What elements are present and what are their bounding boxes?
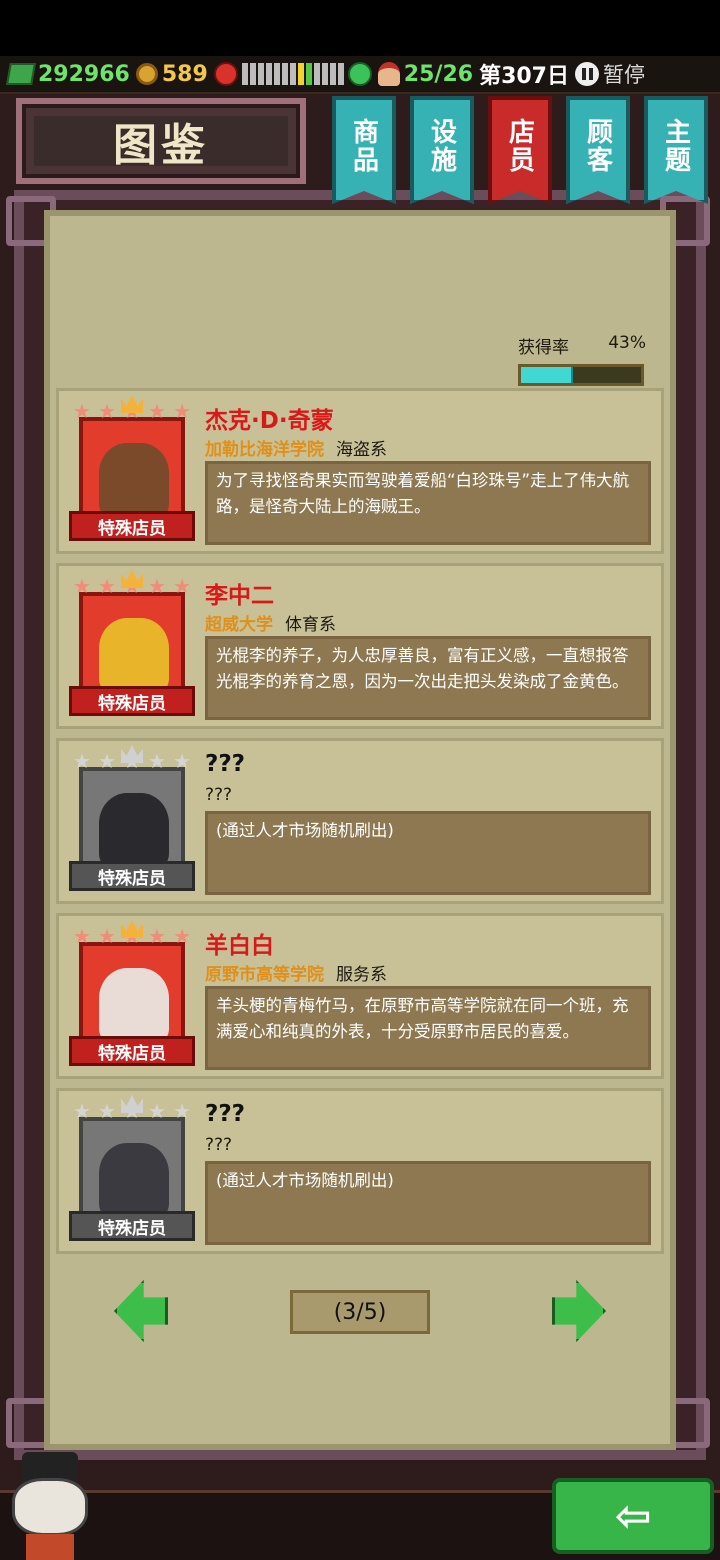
staff-description: (通过人才市场随机刷出) bbox=[205, 1161, 651, 1245]
staff-department: 服务系 bbox=[336, 965, 387, 985]
staff-department: 海盗系 bbox=[336, 440, 387, 460]
staff-portrait: ★★★★★ 特殊店员 bbox=[69, 745, 195, 893]
staff-department: ??? bbox=[205, 1135, 233, 1155]
page-label: (3/5) bbox=[333, 1299, 387, 1325]
pause-button[interactable]: 暂停 bbox=[575, 59, 645, 89]
crown-icon bbox=[121, 1095, 143, 1113]
special-staff-badge: 特殊店员 bbox=[69, 686, 195, 716]
staff-card[interactable]: ★★★★★ 特殊店员 ??? ??? (通过人才市场随机刷出) bbox=[56, 1088, 664, 1254]
tab-label: 商品 bbox=[348, 118, 379, 174]
title-plate: 图鉴 bbox=[16, 98, 306, 184]
acquisition-rate: 获得率 43% bbox=[518, 333, 646, 386]
staff-school: 超威大学 bbox=[205, 615, 273, 635]
back-arrow-icon: ⇦ bbox=[614, 1490, 652, 1542]
back-button[interactable]: ⇦ bbox=[552, 1478, 714, 1554]
tab-customers[interactable]: 顾客 bbox=[566, 96, 630, 204]
staff-name: 羊白白 bbox=[205, 933, 274, 959]
staff-card[interactable]: ★★★★★ 特殊店员 李中二 超威大学体育系 光棍李的养子，为人忠厚善良，富有正… bbox=[56, 563, 664, 729]
staff-name: 杰克·D·奇蒙 bbox=[205, 408, 334, 434]
status-bar: 292966 589 25/26 第307日 暂停 bbox=[0, 56, 720, 94]
acquisition-label: 获得率 bbox=[518, 338, 569, 358]
staff-count: 25/26 bbox=[403, 61, 474, 87]
pause-icon bbox=[575, 62, 599, 86]
tab-label: 设施 bbox=[426, 118, 457, 174]
staff-name: ??? bbox=[205, 1101, 246, 1127]
staff-portrait: ★★★★★ 特殊店员 bbox=[69, 920, 195, 1068]
coin-value: 589 bbox=[161, 61, 208, 87]
staff-name: ??? bbox=[205, 751, 246, 777]
tab-staff[interactable]: 店员 bbox=[488, 96, 552, 204]
money-value: 292966 bbox=[38, 61, 130, 87]
staff-description: 光棍李的养子，为人忠厚善良，富有正义感，一直想报答光棍李的养育之恩，因为一次出走… bbox=[205, 636, 651, 720]
staff-card[interactable]: ★★★★★ 特殊店员 ??? ??? (通过人才市场随机刷出) bbox=[56, 738, 664, 904]
sheep-girl-portrait bbox=[99, 968, 169, 1044]
day-label: 第307日 bbox=[479, 64, 569, 89]
blonde-portrait bbox=[99, 618, 169, 694]
tab-label: 店员 bbox=[504, 118, 535, 174]
staff-portrait: ★★★★★ 特殊店员 bbox=[69, 395, 195, 543]
staff-card[interactable]: ★★★★★ 特殊店员 杰克·D·奇蒙 加勒比海洋学院海盗系 为了寻找怪奇果实而驾… bbox=[56, 388, 664, 554]
mood-meter bbox=[213, 62, 372, 86]
special-staff-badge: 特殊店员 bbox=[69, 1036, 195, 1066]
staff-card[interactable]: ★★★★★ 特殊店员 羊白白 原野市高等学院服务系 羊头梗的青梅竹马，在原野市高… bbox=[56, 913, 664, 1079]
page-indicator: (3/5) bbox=[290, 1290, 430, 1334]
crown-icon bbox=[121, 395, 143, 413]
mood-bar bbox=[241, 63, 344, 85]
tab-label: 主题 bbox=[660, 118, 691, 174]
masked-portrait bbox=[99, 793, 169, 869]
special-staff-badge: 特殊店员 bbox=[69, 861, 195, 891]
staff-department: 体育系 bbox=[285, 615, 336, 635]
staff-name: 李中二 bbox=[205, 583, 274, 609]
staff-stat: 25/26 bbox=[377, 61, 474, 87]
crown-icon bbox=[121, 745, 143, 763]
tab-facilities[interactable]: 设施 bbox=[410, 96, 474, 204]
tab-themes[interactable]: 主题 bbox=[644, 96, 708, 204]
tab-goods[interactable]: 商品 bbox=[332, 96, 396, 204]
acquisition-bar bbox=[518, 364, 644, 386]
staff-description: (通过人才市场随机刷出) bbox=[205, 811, 651, 895]
staff-portrait: ★★★★★ 特殊店员 bbox=[69, 1095, 195, 1243]
staff-description: 羊头梗的青梅竹马，在原野市高等学院就在同一个班，充满爱心和纯真的外表，十分受原野… bbox=[205, 986, 651, 1070]
staff-portrait: ★★★★★ 特殊店员 bbox=[69, 570, 195, 718]
staff-department: ??? bbox=[205, 785, 233, 805]
staff-school: 原野市高等学院 bbox=[205, 965, 324, 985]
mascot-cat[interactable] bbox=[0, 1452, 100, 1560]
acquisition-bar-fill bbox=[521, 367, 573, 383]
staff-description: 为了寻找怪奇果实而驾驶着爱船“白珍珠号”走上了伟大航路，是怪奇大陆上的海贼王。 bbox=[205, 461, 651, 545]
angry-face-icon bbox=[213, 62, 238, 86]
pirate-portrait bbox=[99, 443, 169, 519]
wizard-portrait bbox=[99, 1143, 169, 1219]
happy-face-icon bbox=[347, 62, 372, 86]
crown-icon bbox=[121, 570, 143, 588]
money-stat: 292966 bbox=[6, 61, 130, 87]
staff-icon bbox=[377, 62, 400, 86]
crown-icon bbox=[121, 920, 143, 938]
pause-label: 暂停 bbox=[603, 63, 645, 87]
coin-stat: 589 bbox=[135, 61, 208, 87]
coin-icon bbox=[135, 63, 158, 85]
acquisition-value: 43% bbox=[608, 333, 646, 353]
special-staff-badge: 特殊店员 bbox=[69, 1211, 195, 1241]
tab-label: 顾客 bbox=[582, 118, 613, 174]
staff-school: 加勒比海洋学院 bbox=[205, 440, 324, 460]
money-icon bbox=[6, 63, 36, 85]
page-title: 图鉴 bbox=[113, 120, 209, 171]
special-staff-badge: 特殊店员 bbox=[69, 511, 195, 541]
day-stat: 第307日 bbox=[479, 58, 569, 90]
